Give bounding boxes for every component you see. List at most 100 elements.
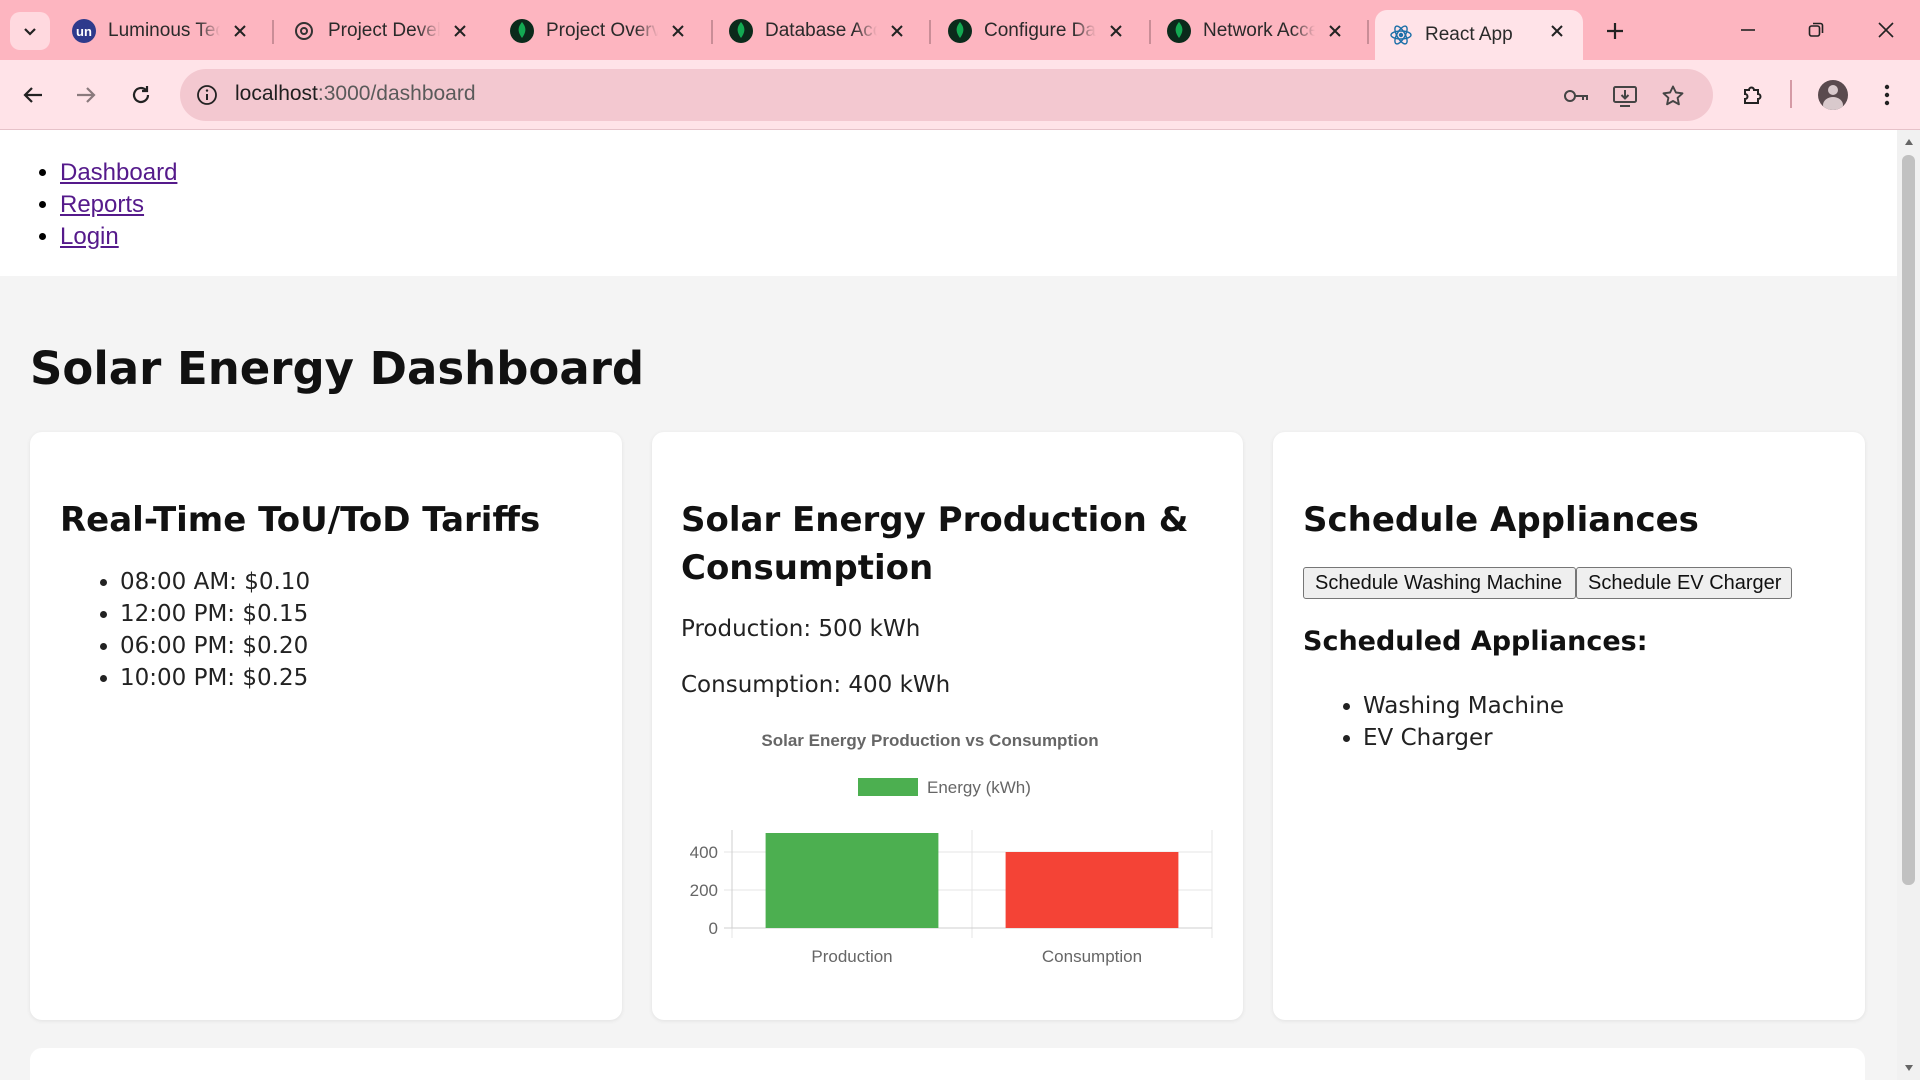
page-scrollbar[interactable] xyxy=(1897,130,1920,1080)
mongodb-leaf-icon xyxy=(510,19,534,43)
arrow-right-icon xyxy=(77,87,96,103)
mongodb-leaf-icon xyxy=(729,19,753,43)
legend-label: Energy (kWh) xyxy=(927,778,1031,797)
close-icon[interactable] xyxy=(666,19,690,43)
nav-link-dashboard[interactable]: Dashboard xyxy=(60,159,177,186)
url-text[interactable]: localhost:3000/dashboard xyxy=(235,82,476,106)
restore-button[interactable] xyxy=(1792,10,1840,50)
tariff-item: 06:00 PM: $0.20 xyxy=(120,630,310,662)
energy-title-line2: Consumption xyxy=(681,548,934,588)
arrow-left-icon xyxy=(23,87,42,103)
plus-icon xyxy=(1607,23,1623,39)
menu-button[interactable] xyxy=(1868,76,1906,114)
address-bar[interactable]: localhost:3000/dashboard xyxy=(180,69,1713,121)
react-icon xyxy=(1389,23,1413,47)
mongodb-leaf-icon xyxy=(948,19,972,43)
scroll-thumb[interactable] xyxy=(1902,155,1915,885)
tab-title: Configure Data xyxy=(984,20,1096,41)
close-icon[interactable] xyxy=(1104,19,1128,43)
close-icon xyxy=(1878,22,1894,38)
forward-button[interactable] xyxy=(67,76,105,114)
key-icon[interactable] xyxy=(1562,81,1592,111)
tab-separator xyxy=(1149,20,1151,44)
energy-title: Solar Energy Production & Consumption xyxy=(681,496,1188,592)
tab-project-development[interactable]: Project Development xyxy=(278,10,486,52)
schedule-ev-charger-button[interactable]: Schedule EV Charger xyxy=(1576,567,1792,599)
tab-strip: un Luminous Technologies Project Develop… xyxy=(0,0,1920,60)
nav-item: Reports xyxy=(60,189,177,221)
legend-swatch xyxy=(858,778,918,796)
close-icon[interactable] xyxy=(1323,19,1347,43)
url-host: localhost xyxy=(235,82,318,105)
tab-react-app[interactable]: React App xyxy=(1375,10,1583,60)
close-icon[interactable] xyxy=(228,19,252,43)
extensions-button[interactable] xyxy=(1734,76,1772,114)
reload-button[interactable] xyxy=(122,76,160,114)
tariff-item: 10:00 PM: $0.25 xyxy=(120,662,310,694)
close-window-button[interactable] xyxy=(1862,10,1910,50)
install-app-icon[interactable] xyxy=(1610,81,1640,111)
tab-network-access[interactable]: Network Access xyxy=(1153,10,1361,52)
tab-database-access[interactable]: Database Access xyxy=(715,10,923,52)
bar-consumption xyxy=(1005,852,1179,928)
nav-link-reports[interactable]: Reports xyxy=(60,191,144,218)
y-tick-label: 400 xyxy=(690,843,718,862)
x-tick-label: Production xyxy=(811,947,892,966)
y-tick-label: 0 xyxy=(709,919,718,938)
back-button[interactable] xyxy=(14,76,52,114)
tab-project-overview[interactable]: Project Overview xyxy=(496,10,704,52)
nav-link-login[interactable]: Login xyxy=(60,223,119,250)
tab-title: Luminous Technologies xyxy=(108,20,220,41)
nav-item: Dashboard xyxy=(60,157,177,189)
toolbar-separator xyxy=(1790,80,1792,108)
scroll-down-arrow-icon[interactable] xyxy=(1897,1058,1920,1078)
puzzle-icon xyxy=(1744,86,1762,104)
minimize-icon xyxy=(1741,29,1755,31)
nav-list: Dashboard Reports Login xyxy=(60,157,177,253)
schedule-title: Schedule Appliances xyxy=(1303,500,1699,540)
tariff-item: 08:00 AM: $0.10 xyxy=(120,566,310,598)
scheduled-item: EV Charger xyxy=(1363,722,1564,754)
tab-luminous[interactable]: un Luminous Technologies xyxy=(58,10,266,52)
avatar xyxy=(1818,80,1848,110)
scheduled-item: Washing Machine xyxy=(1363,690,1564,722)
close-icon[interactable] xyxy=(1545,19,1569,43)
more-vertical-icon xyxy=(1884,84,1890,106)
tab-title: Project Development xyxy=(328,20,440,41)
bar-production xyxy=(765,833,939,928)
consumption-text: Consumption: 400 kWh xyxy=(681,672,951,698)
energy-title-line1: Solar Energy Production & xyxy=(681,500,1189,540)
profile-button[interactable] xyxy=(1814,76,1852,114)
minimize-button[interactable] xyxy=(1724,10,1772,50)
tab-search-button[interactable] xyxy=(10,12,50,50)
close-icon[interactable] xyxy=(885,19,909,43)
tab-configure-data[interactable]: Configure Data xyxy=(934,10,1142,52)
mongodb-leaf-icon xyxy=(1167,19,1191,43)
close-icon[interactable] xyxy=(448,19,472,43)
page-viewport: Dashboard Reports Login Solar Energy Das… xyxy=(0,130,1897,1080)
next-card xyxy=(30,1048,1865,1080)
openai-icon xyxy=(292,19,316,43)
tariffs-title: Real-Time ToU/ToD Tariffs xyxy=(60,500,541,540)
tab-title: React App xyxy=(1425,24,1513,45)
tab-separator xyxy=(711,20,713,44)
url-path: :3000/dashboard xyxy=(317,82,476,105)
restore-icon xyxy=(1808,22,1824,37)
tab-title: Network Access xyxy=(1203,20,1315,41)
chevron-down-icon xyxy=(24,28,36,36)
browser-toolbar: localhost:3000/dashboard xyxy=(0,60,1920,130)
un-logo-icon: un xyxy=(72,19,96,43)
top-nav: Dashboard Reports Login xyxy=(0,130,1897,276)
page-title: Solar Energy Dashboard xyxy=(30,342,645,395)
schedule-washing-machine-button[interactable]: Schedule Washing Machine xyxy=(1303,567,1576,599)
scroll-up-arrow-icon[interactable] xyxy=(1897,132,1920,152)
info-icon[interactable] xyxy=(194,82,220,108)
tariff-item: 12:00 PM: $0.15 xyxy=(120,598,310,630)
new-tab-button[interactable] xyxy=(1598,14,1632,48)
tariffs-list: 08:00 AM: $0.10 12:00 PM: $0.15 06:00 PM… xyxy=(120,566,310,694)
x-tick-label: Consumption xyxy=(1042,947,1142,966)
star-icon[interactable] xyxy=(1658,81,1688,111)
nav-item: Login xyxy=(60,221,177,253)
reload-icon xyxy=(132,86,150,104)
energy-bar-chart: Solar Energy Production vs Consumption En… xyxy=(690,731,1213,966)
